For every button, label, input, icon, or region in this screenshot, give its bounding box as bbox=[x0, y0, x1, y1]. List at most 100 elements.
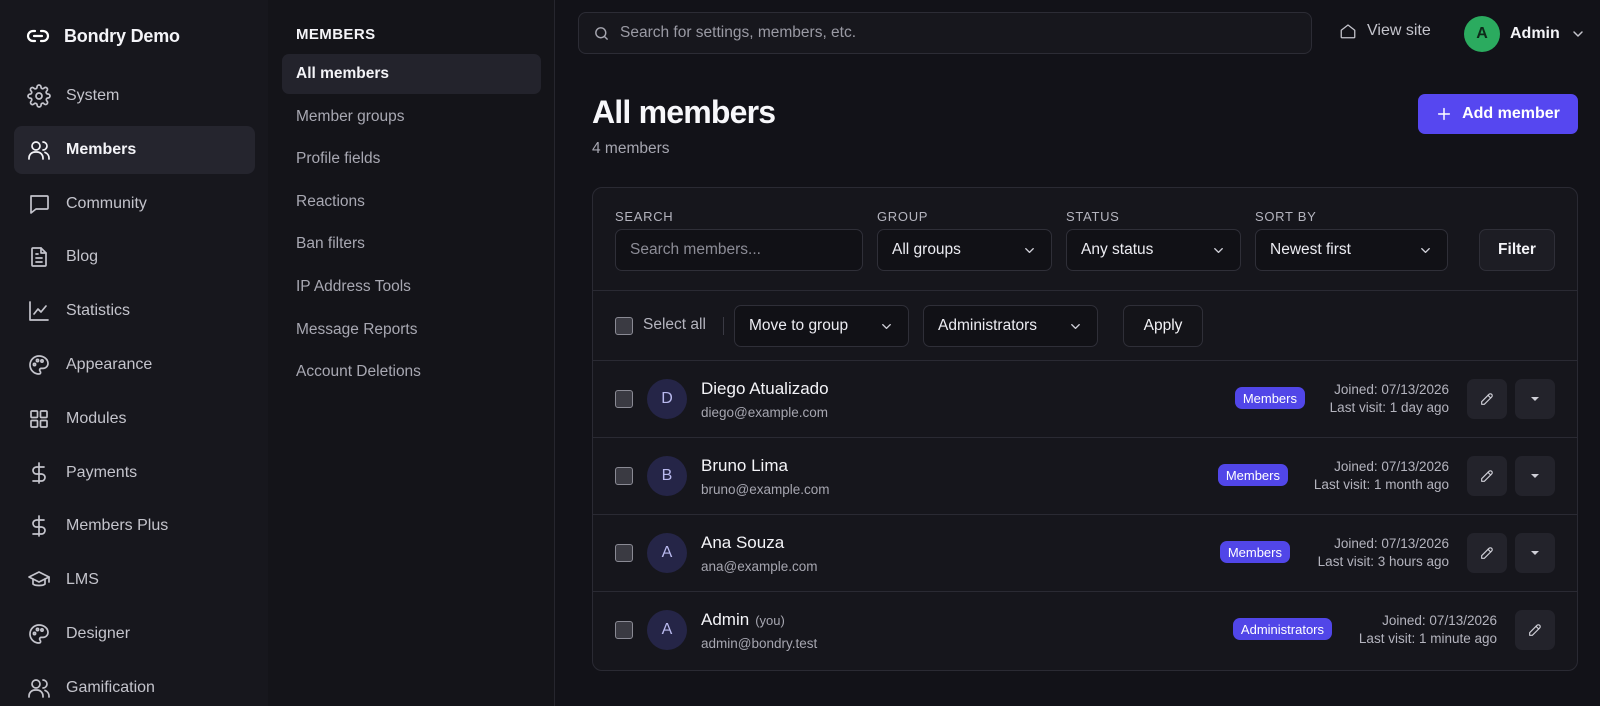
pencil-icon bbox=[1479, 391, 1495, 407]
group-select-value: All groups bbox=[892, 241, 961, 258]
bulk-target-select[interactable]: Administrators bbox=[923, 305, 1098, 347]
sort-select-value: Newest first bbox=[1270, 241, 1351, 258]
add-member-label: Add member bbox=[1462, 105, 1560, 122]
divider bbox=[723, 317, 724, 335]
home-icon bbox=[1339, 22, 1357, 40]
view-site-label: View site bbox=[1367, 22, 1431, 39]
member-name[interactable]: Ana Souza bbox=[701, 533, 784, 553]
group-badge: Members bbox=[1217, 464, 1288, 486]
chevron-down-icon bbox=[1211, 243, 1226, 258]
subnav-item-reactions[interactable]: Reactions bbox=[282, 182, 541, 222]
row-checkbox[interactable] bbox=[615, 390, 633, 408]
chart-line-icon bbox=[27, 299, 51, 323]
chevron-down-icon bbox=[1068, 319, 1083, 334]
status-label: STATUS bbox=[1066, 209, 1120, 224]
sort-select[interactable]: Newest first bbox=[1255, 229, 1448, 271]
more-actions-button[interactable] bbox=[1515, 533, 1555, 573]
status-select-value: Any status bbox=[1081, 241, 1154, 258]
table-row: A Ana Souza ana@example.com Members Join… bbox=[593, 515, 1577, 592]
palette-icon bbox=[27, 353, 51, 377]
link-icon bbox=[26, 24, 50, 48]
main-sidebar: Bondry Demo System Members Community Blo… bbox=[0, 0, 268, 706]
sidebar-item-blog[interactable]: Blog bbox=[14, 233, 255, 281]
member-count: 4 members bbox=[592, 140, 670, 157]
sidebar-item-statistics[interactable]: Statistics bbox=[14, 287, 255, 335]
subnav-item-account-deletions[interactable]: Account Deletions bbox=[282, 352, 541, 392]
sidebar-item-gamification[interactable]: Gamification bbox=[14, 664, 255, 706]
bulk-action-select[interactable]: Move to group bbox=[734, 305, 909, 347]
sidebar-item-appearance[interactable]: Appearance bbox=[14, 341, 255, 389]
avatar: B bbox=[647, 456, 687, 496]
filter-button[interactable]: Filter bbox=[1479, 229, 1555, 271]
row-checkbox[interactable] bbox=[615, 544, 633, 562]
status-select[interactable]: Any status bbox=[1066, 229, 1241, 271]
bulk-action-value: Move to group bbox=[749, 317, 849, 334]
pencil-icon bbox=[1479, 545, 1495, 561]
sidebar-item-modules[interactable]: Modules bbox=[14, 395, 255, 443]
subnav-item-ban-filters[interactable]: Ban filters bbox=[282, 224, 541, 264]
page-title: All members bbox=[592, 94, 776, 130]
subnav-item-profile-fields[interactable]: Profile fields bbox=[282, 139, 541, 179]
sidebar-item-label: System bbox=[66, 87, 120, 104]
grid-icon bbox=[27, 407, 51, 431]
chat-icon bbox=[27, 192, 51, 216]
apply-button[interactable]: Apply bbox=[1123, 305, 1203, 347]
member-name[interactable]: Admin (you) bbox=[701, 610, 785, 630]
select-all-checkbox[interactable] bbox=[615, 317, 633, 335]
members-card: SEARCH GROUP All groups STATUS Any statu… bbox=[592, 187, 1578, 671]
avatar: D bbox=[647, 379, 687, 419]
sidebar-item-lms[interactable]: LMS bbox=[14, 556, 255, 604]
sidebar-item-system[interactable]: System bbox=[14, 72, 255, 120]
member-name[interactable]: Diego Atualizado bbox=[701, 379, 829, 399]
joined-date: Joined: 07/13/2026 bbox=[1334, 382, 1449, 397]
member-dates: Joined: 07/13/2026 Last visit: 1 month a… bbox=[1314, 458, 1449, 493]
row-checkbox[interactable] bbox=[615, 621, 633, 639]
joined-date: Joined: 07/13/2026 bbox=[1334, 536, 1449, 551]
joined-date: Joined: 07/13/2026 bbox=[1334, 459, 1449, 474]
member-search-input[interactable] bbox=[615, 229, 863, 271]
user-menu[interactable]: A Admin bbox=[1464, 16, 1586, 52]
sidebar-item-label: Appearance bbox=[66, 355, 153, 373]
group-select[interactable]: All groups bbox=[877, 229, 1052, 271]
table-row: D Diego Atualizado diego@example.com Mem… bbox=[593, 361, 1577, 438]
you-indicator: (you) bbox=[755, 613, 785, 628]
user-name: Admin bbox=[1510, 25, 1560, 42]
member-email: ana@example.com bbox=[701, 559, 818, 574]
dollar-icon bbox=[27, 461, 51, 485]
select-all-label[interactable]: Select all bbox=[643, 316, 706, 334]
sidebar-item-members-plus[interactable]: Members Plus bbox=[14, 502, 255, 550]
subnav-item-all-members[interactable]: All members bbox=[282, 54, 541, 94]
group-label: GROUP bbox=[877, 209, 929, 224]
edit-button[interactable] bbox=[1515, 610, 1555, 650]
sidebar-item-community[interactable]: Community bbox=[14, 180, 255, 228]
sidebar-item-members[interactable]: Members bbox=[14, 125, 255, 174]
bulk-actions-row: Select all Move to group Administrators … bbox=[593, 291, 1577, 361]
more-actions-button[interactable] bbox=[1515, 456, 1555, 496]
edit-button[interactable] bbox=[1467, 456, 1507, 496]
search-label: SEARCH bbox=[615, 209, 674, 224]
global-search-input[interactable] bbox=[620, 24, 1280, 42]
member-name[interactable]: Bruno Lima bbox=[701, 456, 788, 476]
row-checkbox[interactable] bbox=[615, 467, 633, 485]
last-visit: Last visit: 1 minute ago bbox=[1358, 630, 1497, 646]
brand[interactable]: Bondry Demo bbox=[26, 24, 180, 48]
brand-name: Bondry Demo bbox=[64, 25, 180, 46]
sidebar-item-label: Members Plus bbox=[66, 517, 169, 535]
subnav-item-ip-address-tools[interactable]: IP Address Tools bbox=[282, 267, 541, 307]
add-member-button[interactable]: Add member bbox=[1418, 94, 1578, 134]
sidebar-item-designer[interactable]: Designer bbox=[14, 610, 255, 658]
view-site-link[interactable]: View site bbox=[1339, 22, 1431, 40]
gear-icon bbox=[27, 84, 51, 108]
member-email: admin@bondry.test bbox=[701, 636, 818, 651]
edit-button[interactable] bbox=[1467, 379, 1507, 419]
subnav-item-message-reports[interactable]: Message Reports bbox=[282, 310, 541, 350]
member-dates: Joined: 07/13/2026 Last visit: 3 hours a… bbox=[1318, 535, 1449, 570]
sort-label: SORT BY bbox=[1255, 209, 1317, 224]
sidebar-item-label: Designer bbox=[66, 624, 131, 642]
avatar: A bbox=[647, 533, 687, 573]
sidebar-item-payments[interactable]: Payments bbox=[14, 449, 255, 497]
more-actions-button[interactable] bbox=[1515, 379, 1555, 419]
edit-button[interactable] bbox=[1467, 533, 1507, 573]
sidebar-item-label: Community bbox=[66, 194, 147, 212]
subnav-item-member-groups[interactable]: Member groups bbox=[282, 97, 541, 137]
